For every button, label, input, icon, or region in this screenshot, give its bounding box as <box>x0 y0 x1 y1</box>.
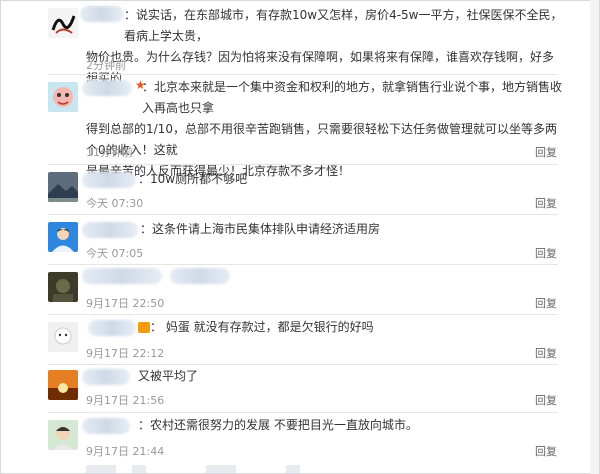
divider <box>48 264 558 265</box>
comment-line: 得到总部的1/10，总部不用很辛苦跑销售，只需要很轻松下达任务做管理就可以坐等多… <box>86 122 557 157</box>
comment-time: 9月17日 21:44 <box>86 445 165 458</box>
divider <box>48 164 558 165</box>
landscape-avatar-icon[interactable] <box>48 172 78 202</box>
scrollbar[interactable] <box>590 0 599 474</box>
comment-line: ：说实话，在东部城市，有存款10w又怎样，房价4-5w一平方，社保医保不全民，看… <box>124 8 563 43</box>
comment-time: 今天 07:30 <box>86 197 144 210</box>
comment-text: ：这条件请上海市民集体排队申请经济适用房 <box>140 222 381 236</box>
white-avatar-icon[interactable] <box>48 322 78 352</box>
username-blurred[interactable] <box>82 268 162 284</box>
child-avatar-icon[interactable] <box>48 420 78 450</box>
divider <box>48 364 558 365</box>
reply-button[interactable]: 回复 <box>535 245 557 261</box>
comment-text: ：农村还需很努力的发展 不要把目光一直放向城市。 <box>138 418 418 432</box>
comment-time: 2分钟前 <box>86 59 126 72</box>
comment-time: 9月17日 22:12 <box>86 347 165 360</box>
divider <box>48 74 558 75</box>
reply-button[interactable]: 回复 <box>535 443 557 459</box>
comment-text: ：北京本来就是一个集中资金和权利的地方，就拿销售行业说个事，地方销售收入再高也只… <box>86 77 564 182</box>
reply-button[interactable]: 回复 <box>535 295 557 311</box>
comment-text: 又被平均了 <box>138 369 199 383</box>
reply-button[interactable]: 回复 <box>535 144 557 160</box>
comment-line: ：北京本来就是一个集中资金和权利的地方，就拿销售行业说个事，地方销售收入再高也只… <box>142 80 563 115</box>
cartoon-avatar-icon[interactable] <box>48 82 78 112</box>
comment-time: 11分钟前 <box>86 146 133 159</box>
comment-time: 今天 07:05 <box>86 247 144 260</box>
divider <box>48 314 558 315</box>
comment-text: ：10w厕所都不够吧 <box>138 172 248 186</box>
reply-button[interactable]: 回复 <box>535 195 557 211</box>
ink-art-avatar-icon[interactable] <box>48 8 78 38</box>
comment-text: ： 妈蛋 就没有存款过，都是欠银行的好吗 <box>150 320 374 334</box>
comment-time: 9月17日 22:50 <box>86 297 165 310</box>
divider <box>48 412 558 413</box>
divider <box>48 214 558 215</box>
person-avatar-icon[interactable] <box>48 222 78 252</box>
dark-avatar-icon[interactable] <box>48 272 78 302</box>
comment-time: 9月17日 21:56 <box>86 394 165 407</box>
reply-button[interactable]: 回复 <box>535 345 557 361</box>
comment-blurred <box>170 268 230 284</box>
next-comment-partial <box>86 465 386 474</box>
sunset-avatar-icon[interactable] <box>48 370 78 400</box>
reply-button[interactable]: 回复 <box>535 392 557 408</box>
